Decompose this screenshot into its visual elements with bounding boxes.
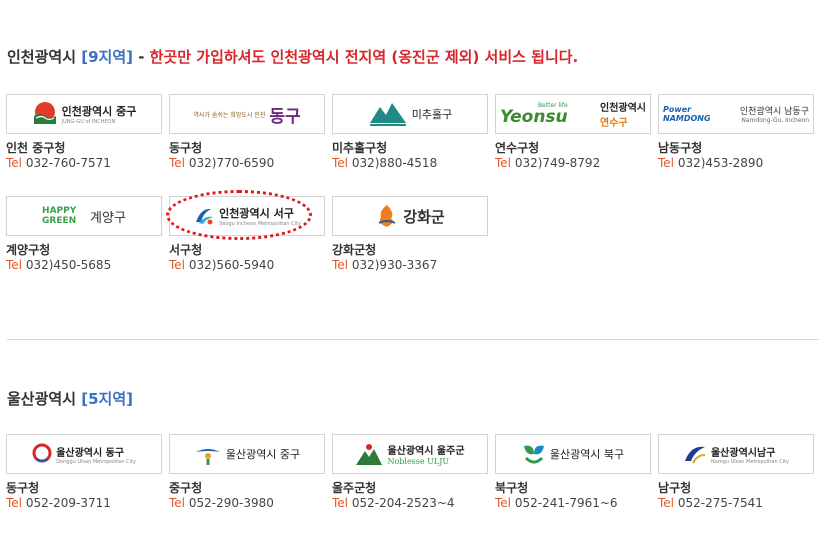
logo-ulsan-donggu[interactable]: 울산광역시 동구 Donggu Ulsan Metropolitan City <box>6 434 162 474</box>
namdong-power-icon: Power NAMDONG <box>663 105 711 123</box>
logo-incheon-donggu[interactable]: 역사가 숨쉬는 희망도시 인천 동구 <box>169 94 325 134</box>
logo-text: 인천광역시 서구 <box>219 207 294 220</box>
logo-text: 울산광역시남구 <box>710 447 776 459</box>
dong-gu-calligraphy-icon: 동구 <box>269 106 301 127</box>
ulsan-region-name: 울산광역시 <box>7 390 77 408</box>
office-card-incheon-junggu[interactable]: 인천광역시 중구 JUNG-GU of INCHEON 인천 중구청 Tel 0… <box>6 94 169 172</box>
office-name: 울주군청 <box>332 481 377 495</box>
incheon-region-count: [9지역] <box>81 48 133 66</box>
ganghwa-flame-icon <box>378 205 396 227</box>
ulsan-namgu-swoosh-icon <box>684 446 706 464</box>
office-name: 남구청 <box>658 481 692 495</box>
logo-text: 미추홀구 <box>411 108 453 121</box>
ulsan-donggu-circle-icon <box>32 443 52 463</box>
office-name: 서구청 <box>169 243 203 257</box>
yeonsu-leaf-icon: Yeonsu <box>500 107 568 127</box>
incheon-section-title: 인천광역시 [9지역] - 한곳만 가입하셔도 인천광역시 전지역 (옹진군 제… <box>7 46 578 67</box>
office-tel: Tel 052-275-7541 <box>658 496 763 510</box>
office-card-incheon-yeonsu[interactable]: Better life Yeonsu 인천광역시 연수구 연수구청 Tel 03… <box>495 94 658 172</box>
logo-incheon-gyeyang[interactable]: HAPPY GREEN 계양구 <box>6 196 162 236</box>
office-name: 남동구청 <box>658 141 703 155</box>
office-tel: Tel 052-290-3980 <box>169 496 274 510</box>
office-name: 동구청 <box>169 141 203 155</box>
logo-ulsan-junggu[interactable]: 울산광역시 중구 <box>169 434 325 474</box>
ulsan-region-count: [5지역] <box>81 390 133 408</box>
logo-ulsan-bukgu[interactable]: 울산광역시 북구 <box>495 434 651 474</box>
ulju-mountain-icon <box>356 444 383 465</box>
logo-extra-text-2: 연수구 <box>600 118 628 129</box>
logo-incheon-namdong[interactable]: Power NAMDONG 인천광역시 남동구 Namdong-Gu, Inch… <box>658 94 814 134</box>
office-tel: Tel 032)453-2890 <box>658 156 764 170</box>
office-card-ulsan-donggu[interactable]: 울산광역시 동구 Donggu Ulsan Metropolitan City … <box>6 434 169 512</box>
ulsan-section-title: 울산광역시 [5지역] <box>7 388 133 409</box>
office-tel: Tel 032)560-5940 <box>169 258 275 272</box>
logo-ulsan-ulju[interactable]: 울산광역시 울주군 Noblesse ULJU <box>332 434 488 474</box>
office-card-ulsan-junggu[interactable]: 울산광역시 중구 중구청 Tel 052-290-3980 <box>169 434 332 512</box>
office-card-incheon-donggu[interactable]: 역사가 숨쉬는 희망도시 인천 동구 동구청 Tel 032)770-6590 <box>169 94 332 172</box>
seo-gu-wave-icon <box>196 208 214 225</box>
logo-text: 울산광역시 울주군 <box>387 446 465 457</box>
office-card-incheon-gyeyang[interactable]: HAPPY GREEN 계양구 계양구청 Tel 032)450-5685 <box>6 196 169 274</box>
logo-text: 인천광역시 남동구 <box>739 107 809 117</box>
office-name: 강화군청 <box>332 243 377 257</box>
title-separator: - <box>133 48 150 66</box>
office-name: 동구청 <box>6 481 40 495</box>
office-tel: Tel 032)450-5685 <box>6 258 112 272</box>
section-divider <box>7 339 819 340</box>
office-card-incheon-seogu[interactable]: 인천광역시 서구 Seogu Incheon Metropolitan City… <box>169 196 332 274</box>
logo-text: 인천광역시 중구 <box>61 105 137 118</box>
office-name: 계양구청 <box>6 243 51 257</box>
office-tel: Tel 052-209-3711 <box>6 496 111 510</box>
office-name: 북구청 <box>495 481 529 495</box>
gyeyang-happy-green-icon: HAPPY GREEN <box>42 206 77 226</box>
logo-extra-text: 인천광역시 <box>600 103 646 114</box>
logo-text: 강화군 <box>403 207 445 226</box>
office-name: 중구청 <box>169 481 203 495</box>
office-tel: Tel 052-204-2523~4 <box>332 496 455 510</box>
office-card-ulsan-ulju[interactable]: 울산광역시 울주군 Noblesse ULJU 울주군청 Tel 052-204… <box>332 434 495 512</box>
michuhol-mountain-icon <box>369 103 406 126</box>
logo-incheon-yeonsu[interactable]: Better life Yeonsu 인천광역시 연수구 <box>495 94 651 134</box>
office-card-incheon-michuhol[interactable]: 미추홀구 미추홀구청 Tel 032)880-4518 <box>332 94 495 172</box>
incheon-service-note: 한곳만 가입하셔도 인천광역시 전지역 (옹진군 제외) 서비스 됩니다. <box>149 48 579 66</box>
logo-sub-text: Namgu Ulsan Metropolitan City <box>710 458 790 465</box>
office-name: 미추홀구청 <box>332 141 388 155</box>
logo-sub-text: JUNG-GU of INCHEON <box>61 119 116 125</box>
jung-gu-sun-icon <box>33 102 56 124</box>
logo-text: 울산광역시 북구 <box>549 448 625 461</box>
logo-incheon-junggu[interactable]: 인천광역시 중구 JUNG-GU of INCHEON <box>6 94 162 134</box>
office-tel: Tel 052-241-7961~6 <box>495 496 618 510</box>
logo-text: 울산광역시 동구 <box>56 447 125 459</box>
ulsan-bukgu-leaf-icon <box>523 445 544 464</box>
logo-text: 울산광역시 중구 <box>225 448 301 461</box>
logo-sub-text: Namdong-Gu, Incheon <box>741 117 809 124</box>
office-tel: Tel 032-760-7571 <box>6 156 111 170</box>
logo-incheon-michuhol[interactable]: 미추홀구 <box>332 94 488 134</box>
ulsan-junggu-figure-icon <box>195 449 220 465</box>
office-name: 인천 중구청 <box>6 141 66 155</box>
logo-sub-text: Noblesse ULJU <box>387 457 450 466</box>
office-card-incheon-ganghwa[interactable]: 강화군 강화군청 Tel 032)930-3367 <box>332 196 495 274</box>
logo-sub-text: Seogu Incheon Metropolitan City <box>219 221 301 227</box>
logo-ulsan-namgu[interactable]: 울산광역시남구 Namgu Ulsan Metropolitan City <box>658 434 814 474</box>
logo-sub-text: 역사가 숨쉬는 희망도시 인천 <box>193 111 266 119</box>
logo-incheon-ganghwa[interactable]: 강화군 <box>332 196 488 236</box>
logo-text: 계양구 <box>90 210 126 226</box>
office-card-incheon-namdong[interactable]: Power NAMDONG 인천광역시 남동구 Namdong-Gu, Inch… <box>658 94 819 172</box>
office-name: 연수구청 <box>495 141 540 155</box>
logo-incheon-seogu[interactable]: 인천광역시 서구 Seogu Incheon Metropolitan City <box>169 196 325 236</box>
office-card-ulsan-bukgu[interactable]: 울산광역시 북구 북구청 Tel 052-241-7961~6 <box>495 434 658 512</box>
office-tel: Tel 032)749-8792 <box>495 156 601 170</box>
incheon-region-name: 인천광역시 <box>7 48 77 66</box>
office-tel: Tel 032)930-3367 <box>332 258 438 272</box>
office-card-ulsan-namgu[interactable]: 울산광역시남구 Namgu Ulsan Metropolitan City 남구… <box>658 434 819 512</box>
logo-sub-text: Donggu Ulsan Metropolitan City <box>56 458 136 465</box>
office-tel: Tel 032)770-6590 <box>169 156 275 170</box>
office-tel: Tel 032)880-4518 <box>332 156 438 170</box>
